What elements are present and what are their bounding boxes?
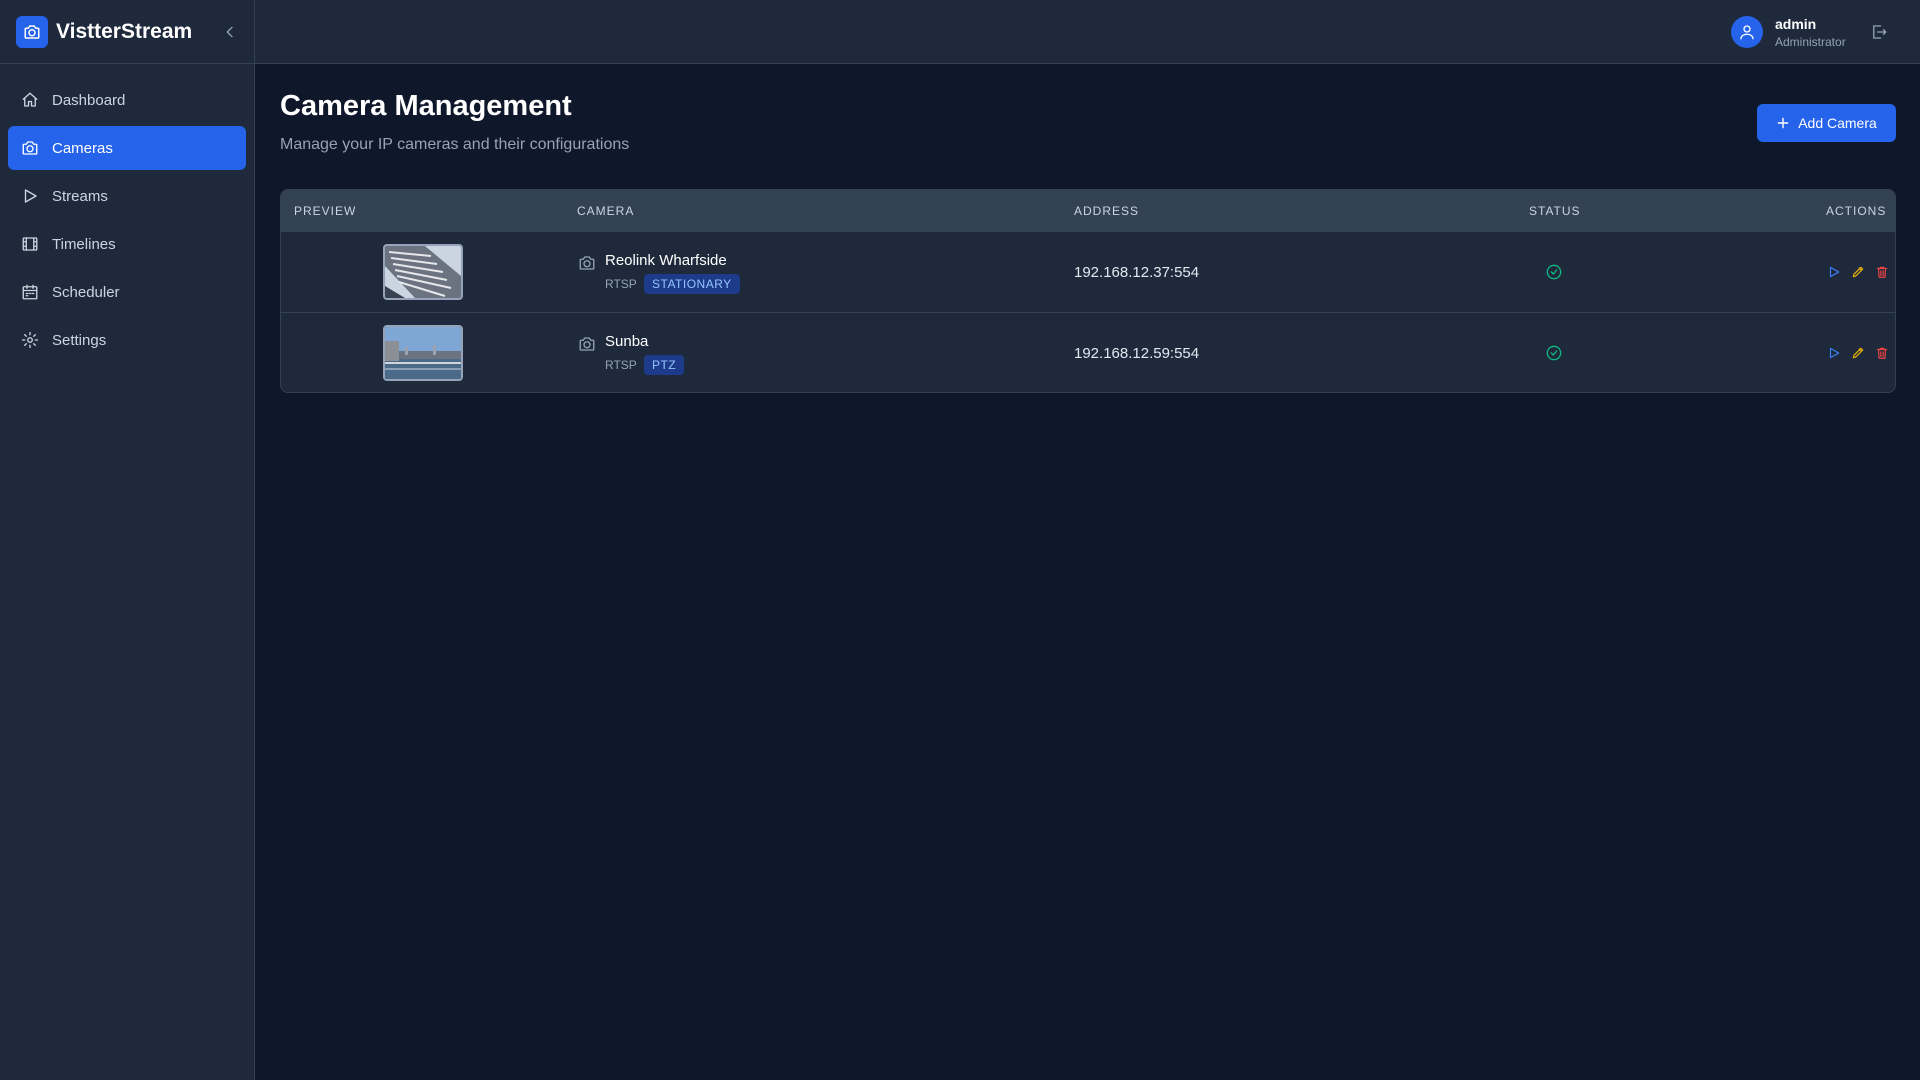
column-header-preview: PREVIEW <box>294 204 357 218</box>
camera-icon <box>16 15 48 48</box>
top-bar: admin Administrator <box>255 0 1920 64</box>
camera-table: PREVIEW CAMERA ADDRESS STATUS ACTIONS Re… <box>280 189 1896 393</box>
camera-preview[interactable] <box>383 244 463 300</box>
sidebar-item-settings[interactable]: Settings <box>8 318 246 362</box>
user-name: admin <box>1775 16 1817 32</box>
trash-icon[interactable] <box>1874 345 1890 361</box>
sidebar-item-label: Streams <box>52 187 108 205</box>
add-camera-button[interactable]: Add Camera <box>1757 104 1896 142</box>
home-icon <box>20 90 40 110</box>
check-circle-icon <box>1546 345 1562 361</box>
camera-icon <box>578 335 596 353</box>
camera-type-badge: PTZ <box>644 355 685 375</box>
calendar-icon <box>20 282 40 302</box>
edit-icon[interactable] <box>1850 345 1866 361</box>
chevron-left-icon[interactable] <box>220 22 240 42</box>
user-icon[interactable] <box>1731 16 1763 48</box>
film-icon <box>20 234 40 254</box>
camera-address: 192.168.12.37:554 <box>1074 264 1200 281</box>
brand: VistterStream <box>0 0 254 64</box>
camera-icon <box>578 254 596 272</box>
play-icon[interactable] <box>1826 345 1842 361</box>
sidebar: VistterStream Dashboard Cameras Streams … <box>0 0 255 1080</box>
play-icon <box>20 186 40 206</box>
column-header-status: STATUS <box>1529 204 1581 218</box>
sidebar-item-label: Timelines <box>52 235 116 253</box>
sidebar-item-label: Settings <box>52 331 107 349</box>
gear-icon <box>20 330 40 350</box>
camera-protocol: RTSP <box>605 277 637 291</box>
edit-icon[interactable] <box>1850 264 1866 280</box>
page-subtitle: Manage your IP cameras and their configu… <box>280 136 630 153</box>
sidebar-nav: Dashboard Cameras Streams Timelines Sche… <box>0 64 254 362</box>
camera-type-badge: STATIONARY <box>644 274 740 294</box>
table-row: Sunba RTSP PTZ 192.168.12.59:554 <box>281 312 1895 392</box>
app-name: VistterStream <box>56 19 193 43</box>
trash-icon[interactable] <box>1874 264 1890 280</box>
logout-icon[interactable] <box>1869 22 1889 42</box>
page-title: Camera Management <box>280 90 572 122</box>
camera-name: Sunba <box>605 333 649 350</box>
table-row: Reolink Wharfside RTSP STATIONARY 192.16… <box>281 231 1895 312</box>
sidebar-item-label: Dashboard <box>52 91 126 109</box>
camera-preview[interactable] <box>383 325 463 381</box>
camera-icon <box>20 138 40 158</box>
check-circle-icon <box>1546 264 1562 280</box>
column-header-address: ADDRESS <box>1074 204 1140 218</box>
plus-icon <box>1776 116 1790 130</box>
column-header-camera: CAMERA <box>577 204 635 218</box>
sidebar-item-dashboard[interactable]: Dashboard <box>8 78 246 122</box>
add-camera-label: Add Camera <box>1798 115 1877 131</box>
sidebar-item-scheduler[interactable]: Scheduler <box>8 270 246 314</box>
camera-address: 192.168.12.59:554 <box>1074 345 1200 362</box>
column-header-actions: ACTIONS <box>1826 204 1887 218</box>
camera-protocol: RTSP <box>605 358 637 372</box>
sidebar-item-cameras[interactable]: Cameras <box>8 126 246 170</box>
sidebar-item-streams[interactable]: Streams <box>8 174 246 218</box>
sidebar-item-label: Cameras <box>52 139 113 157</box>
user-role: Administrator <box>1775 35 1846 49</box>
camera-name: Reolink Wharfside <box>605 252 727 269</box>
table-header: PREVIEW CAMERA ADDRESS STATUS ACTIONS <box>281 190 1895 231</box>
sidebar-item-timelines[interactable]: Timelines <box>8 222 246 266</box>
play-icon[interactable] <box>1826 264 1842 280</box>
sidebar-item-label: Scheduler <box>52 283 120 301</box>
